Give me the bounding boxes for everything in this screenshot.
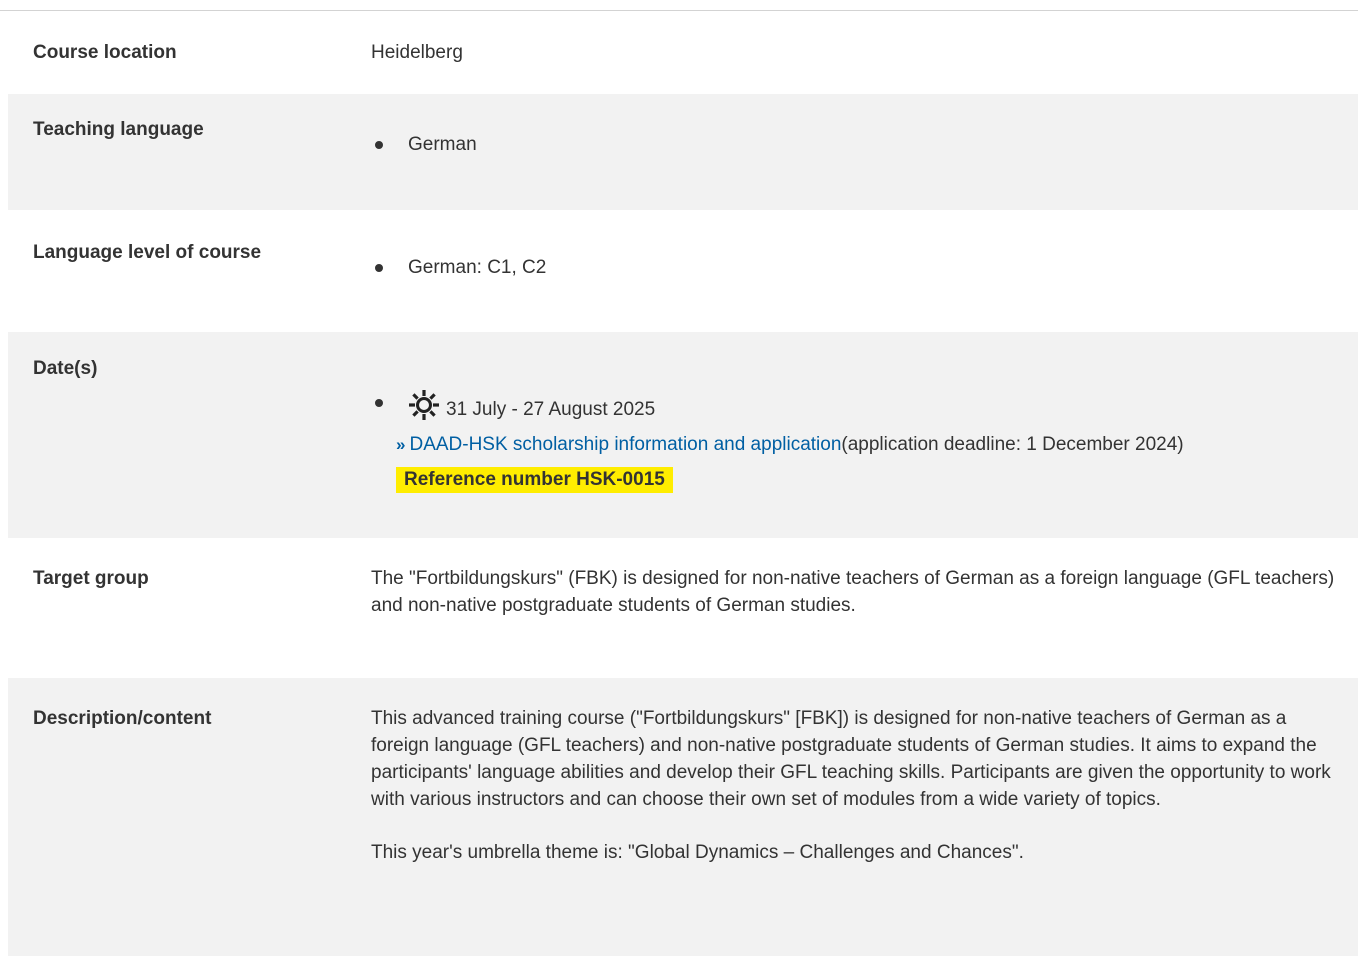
dates-label: Date(s) [33, 358, 98, 379]
description-paragraph: This advanced training course ("Fortbild… [371, 708, 1331, 810]
application-deadline-text: (application deadline: 1 December 2024) [841, 434, 1184, 455]
sun-icon [408, 389, 440, 429]
list-item: German [371, 131, 1338, 158]
list-item: German: C1, C2 [371, 254, 1338, 281]
row-course-location: Course location Heidelberg [8, 11, 1358, 94]
reference-line: Reference number HSK-0015 [396, 466, 1338, 493]
date-list-item: 31 July - 27 August 2025 » DAAD-HSK schol… [371, 389, 1338, 493]
course-location-value: Heidelberg [371, 42, 463, 63]
double-chevron-right-icon: » [396, 435, 406, 454]
language-level-list: German: C1, C2 [371, 254, 1338, 281]
umbrella-theme-paragraph: This year's umbrella theme is: "Global D… [371, 842, 1024, 863]
scholarship-line: » DAAD-HSK scholarship information and ap… [396, 431, 1338, 458]
language-level-label: Language level of course [33, 242, 262, 263]
target-group-value: The "Fortbildungskurs" (FBK) is designed… [371, 568, 1335, 616]
reference-number-badge: Reference number HSK-0015 [396, 467, 673, 493]
course-details-table: Course location Heidelberg Teaching lang… [8, 11, 1358, 956]
course-location-label: Course location [33, 42, 177, 63]
scholarship-link[interactable]: DAAD-HSK scholarship information and app… [409, 434, 841, 455]
row-teaching-language: Teaching language German [8, 94, 1358, 210]
row-dates: Date(s) 31 July - 27 August 2025 » DAAD-… [8, 332, 1358, 538]
row-target-group: Target group The "Fortbildungskurs" (FBK… [8, 538, 1358, 678]
description-label: Description/content [33, 708, 212, 729]
date-text: 31 July - 27 August 2025 [446, 399, 656, 420]
date-line: 31 July - 27 August 2025 [408, 389, 1338, 429]
dates-list: 31 July - 27 August 2025 » DAAD-HSK schol… [371, 389, 1338, 493]
target-group-label: Target group [33, 568, 149, 589]
row-language-level: Language level of course German: C1, C2 [8, 210, 1358, 332]
teaching-language-label: Teaching language [33, 119, 204, 140]
row-description: Description/content This advanced traini… [8, 678, 1358, 956]
teaching-language-list: German [371, 131, 1338, 158]
